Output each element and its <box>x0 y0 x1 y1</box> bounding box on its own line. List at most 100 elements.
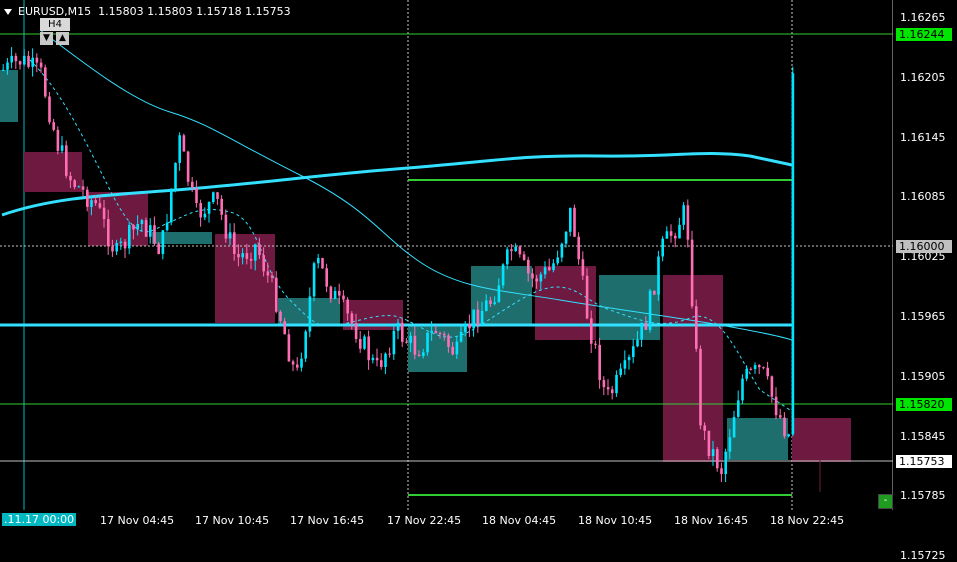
bear-candle <box>44 67 47 97</box>
bear-candle <box>56 129 60 151</box>
bull-candle <box>363 336 366 349</box>
bull-candle <box>514 246 517 252</box>
bear-candle <box>401 322 404 342</box>
bear-candle <box>438 333 442 335</box>
bear-candle <box>102 207 106 219</box>
bear-candle <box>527 259 530 274</box>
bull-candle <box>119 241 123 244</box>
price-tick-label: 1.15965 <box>900 310 946 323</box>
bear-candle <box>535 278 538 282</box>
bull-candle <box>317 258 320 264</box>
bear-candle <box>758 365 761 368</box>
bear-candle <box>522 254 526 260</box>
time-tick-label: 17 Nov 22:45 <box>387 514 462 527</box>
bear-candle <box>338 290 341 296</box>
bear-candle <box>220 198 223 215</box>
symbol-timeframe: EURUSD,M15 <box>18 5 92 18</box>
bull-candle <box>430 330 433 333</box>
bear-candle <box>144 220 148 237</box>
bull-candle <box>6 62 9 70</box>
bull-candle <box>539 274 543 282</box>
bear-candle <box>270 275 274 278</box>
bear-candle <box>669 231 673 236</box>
bear-candle <box>653 290 656 295</box>
bull-candle <box>632 346 635 357</box>
bear-candle <box>690 239 694 307</box>
bull-candle <box>636 339 639 347</box>
bull-candle <box>212 192 215 203</box>
bear-candle <box>783 417 786 437</box>
time-tick-label: 17 Nov 10:45 <box>195 514 270 527</box>
bear-candle <box>716 449 719 469</box>
bull-candle <box>426 332 429 353</box>
time-tick-label: 18 Nov 10:45 <box>578 514 653 527</box>
bear-candle <box>233 232 236 254</box>
bull-candle <box>661 238 664 257</box>
bull-candle <box>493 302 496 304</box>
bear-candle <box>157 243 160 255</box>
minus-button[interactable]: - <box>878 494 893 509</box>
bear-candle <box>18 61 22 65</box>
bear-candle <box>329 286 333 299</box>
bear-candle <box>686 205 690 240</box>
bull-candle <box>543 267 547 275</box>
timeframe-down-button[interactable]: ▼ <box>40 32 53 45</box>
bear-candle <box>73 180 76 188</box>
bear-candle <box>350 313 354 324</box>
bear-candle <box>291 361 295 365</box>
chart-canvas[interactable] <box>0 0 897 557</box>
price-chart[interactable]: EURUSD,M15 1.15803 1.15803 1.15718 1.157… <box>0 0 897 557</box>
bear-candle <box>107 218 110 247</box>
bear-candle <box>287 334 291 362</box>
bear-candle <box>405 341 408 343</box>
bull-candle <box>485 300 488 311</box>
bear-candle <box>39 62 43 68</box>
bear-candle <box>111 246 114 252</box>
timeframe-up-button[interactable]: ▲ <box>56 32 69 45</box>
time-tick-label: 17 Nov 04:45 <box>100 514 175 527</box>
bear-candle <box>81 186 85 190</box>
price-tick-label: 1.16145 <box>900 130 946 144</box>
bull-candle <box>741 378 744 401</box>
bear-candle <box>468 324 471 329</box>
bull-candle <box>207 202 211 214</box>
bull-candle <box>396 322 400 331</box>
timeframe-badge: H4 <box>40 18 70 31</box>
bull-candle <box>254 244 257 261</box>
bull-candle <box>90 200 93 207</box>
bull-candle <box>10 55 13 63</box>
bull-candle <box>640 322 643 340</box>
bull-candle <box>623 360 627 369</box>
bear-candle <box>703 425 706 431</box>
bull-candle <box>371 357 375 361</box>
bull-candle <box>627 356 631 361</box>
htf-bear-box <box>24 152 82 192</box>
price-tick-label: 1.16085 <box>900 190 946 204</box>
bull-candle <box>728 437 732 452</box>
time-axis[interactable]: .11.17 00:00 17 Nov 04:45 17 Nov 10:45 17 N… <box>0 510 957 533</box>
bull-candle <box>501 264 505 286</box>
bear-candle <box>199 203 202 218</box>
bear-candle <box>611 389 614 394</box>
bear-candle <box>602 380 606 388</box>
bull-candle <box>506 249 509 265</box>
bear-candle <box>216 192 219 199</box>
bull-candle <box>787 434 790 437</box>
bear-candle <box>186 151 190 182</box>
chart-menu-icon[interactable] <box>4 9 12 15</box>
bear-candle <box>548 267 551 271</box>
price-tick-label: 1.15905 <box>900 369 946 383</box>
price-tag-level-mid: 1.15820 <box>896 398 952 411</box>
bull-candle <box>333 290 337 299</box>
bull-candle <box>455 341 459 355</box>
bear-candle <box>699 348 702 426</box>
bull-candle <box>472 309 475 329</box>
bear-candle <box>279 311 282 322</box>
bear-candle <box>296 364 299 368</box>
price-tag-level-crosshair: 1.16000 <box>896 240 952 253</box>
bull-candle <box>560 243 564 258</box>
bear-candle <box>510 249 513 252</box>
htf-bull-box <box>471 266 532 326</box>
price-tag-level-high: 1.16244 <box>896 28 952 41</box>
bull-candle <box>60 145 64 151</box>
